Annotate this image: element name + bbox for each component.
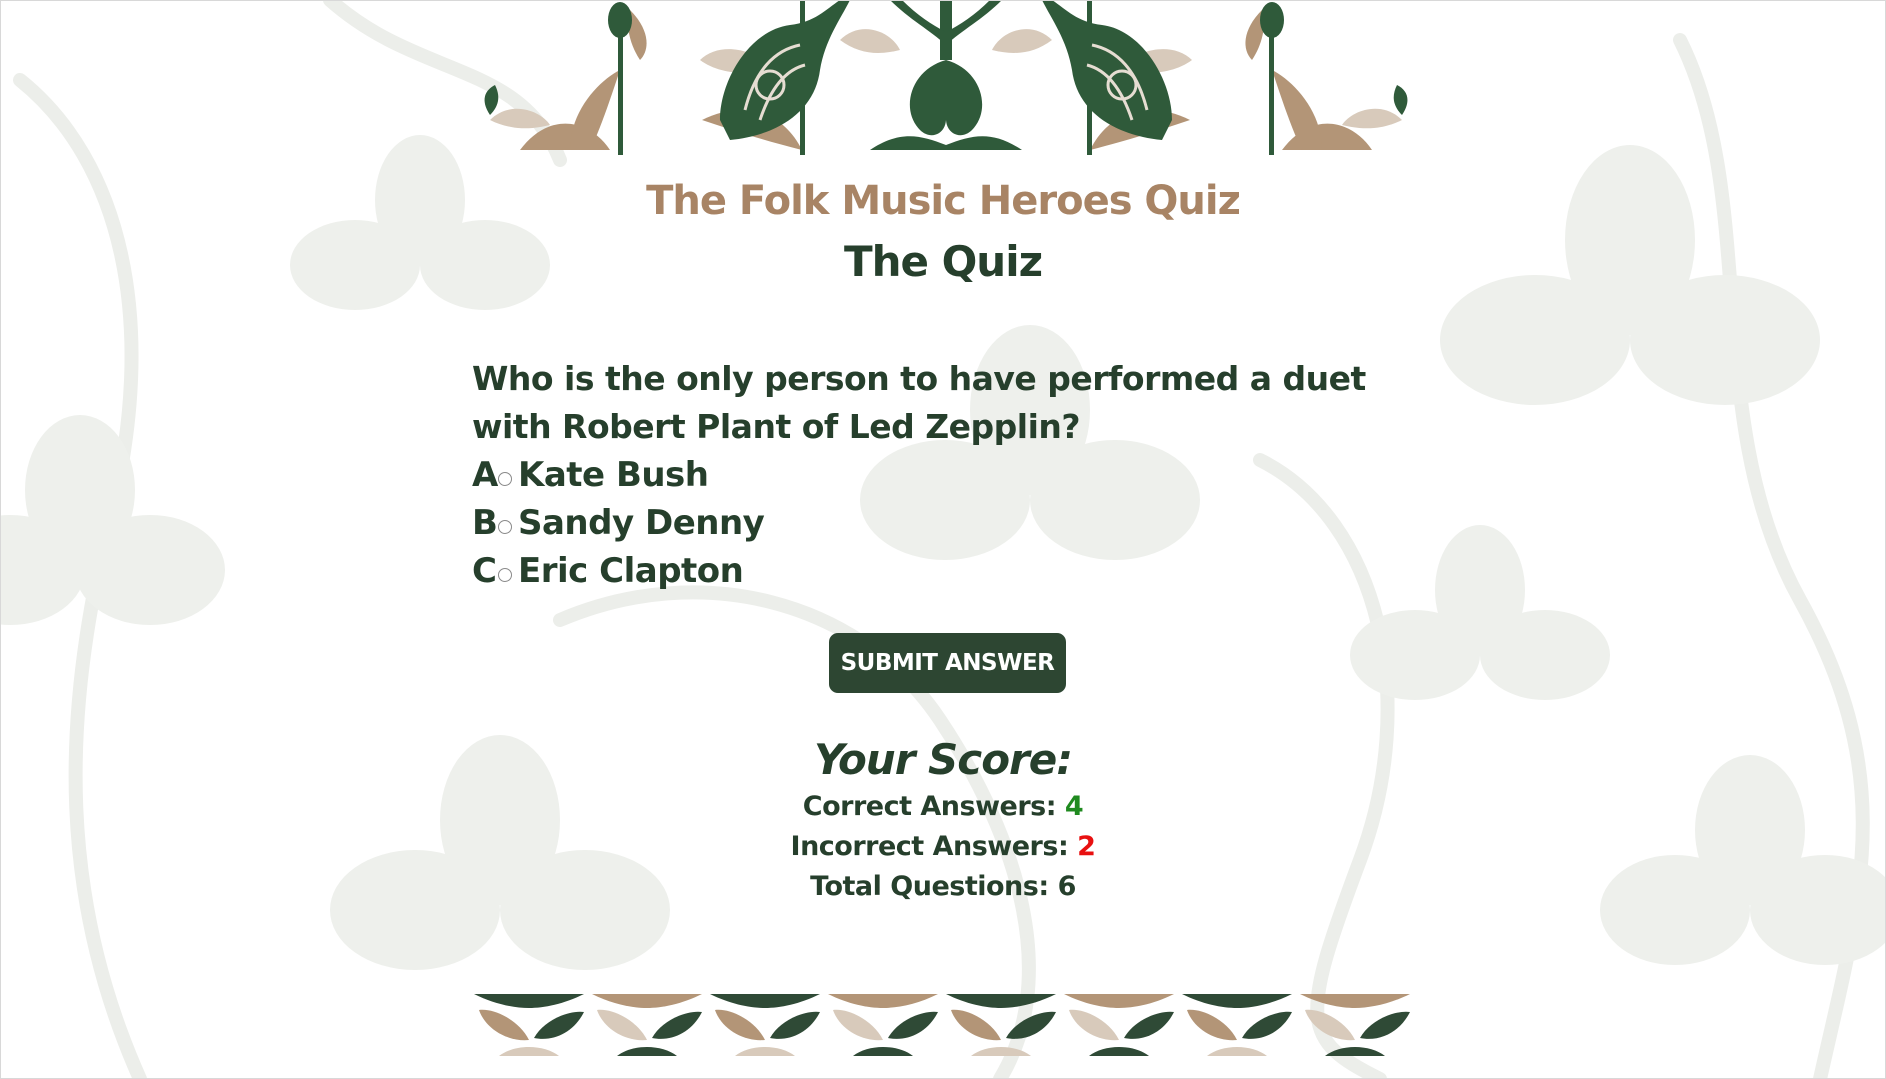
option-c[interactable]: C Eric Clapton <box>472 547 1172 595</box>
option-a[interactable]: A Kate Bush <box>472 451 1172 499</box>
total-questions-count: 6 <box>1057 871 1077 902</box>
correct-answers-label: Correct Answers: <box>802 791 1057 822</box>
option-label: Kate Bush <box>518 455 709 495</box>
incorrect-answers-label: Incorrect Answers: <box>790 831 1069 862</box>
option-label: Sandy Denny <box>518 503 765 543</box>
quiz-page: The Folk Music Heroes Quiz The Quiz Who … <box>0 0 1886 1079</box>
score-heading: Your Score: <box>813 735 1073 784</box>
radio-button[interactable] <box>498 520 512 534</box>
page-title: The Quiz <box>843 237 1043 286</box>
total-questions-line: Total Questions: 6 <box>0 871 1886 902</box>
option-label: Eric Clapton <box>518 551 744 591</box>
radio-button[interactable] <box>498 568 512 582</box>
total-questions-label: Total Questions: <box>810 871 1049 902</box>
option-letter: A <box>472 455 498 495</box>
answer-options: A Kate Bush B Sandy Denny C Eric Clapton <box>472 451 1172 595</box>
folk-ornament-header <box>484 0 1408 155</box>
option-b[interactable]: B Sandy Denny <box>472 499 1172 547</box>
option-letter: C <box>472 551 497 591</box>
question-text: Who is the only person to have performed… <box>472 359 1366 446</box>
incorrect-answers-count: 2 <box>1077 831 1096 862</box>
option-letter: B <box>472 503 498 543</box>
correct-answers-line: Correct Answers: 4 <box>0 791 1886 822</box>
incorrect-answers-line: Incorrect Answers: 2 <box>0 831 1886 862</box>
submit-answer-button[interactable]: SUBMIT ANSWER <box>829 633 1066 693</box>
correct-answers-count: 4 <box>1064 791 1084 822</box>
site-title: The Folk Music Heroes Quiz <box>646 178 1241 224</box>
radio-button[interactable] <box>498 472 512 486</box>
folk-ornament-footer <box>474 994 1410 1056</box>
